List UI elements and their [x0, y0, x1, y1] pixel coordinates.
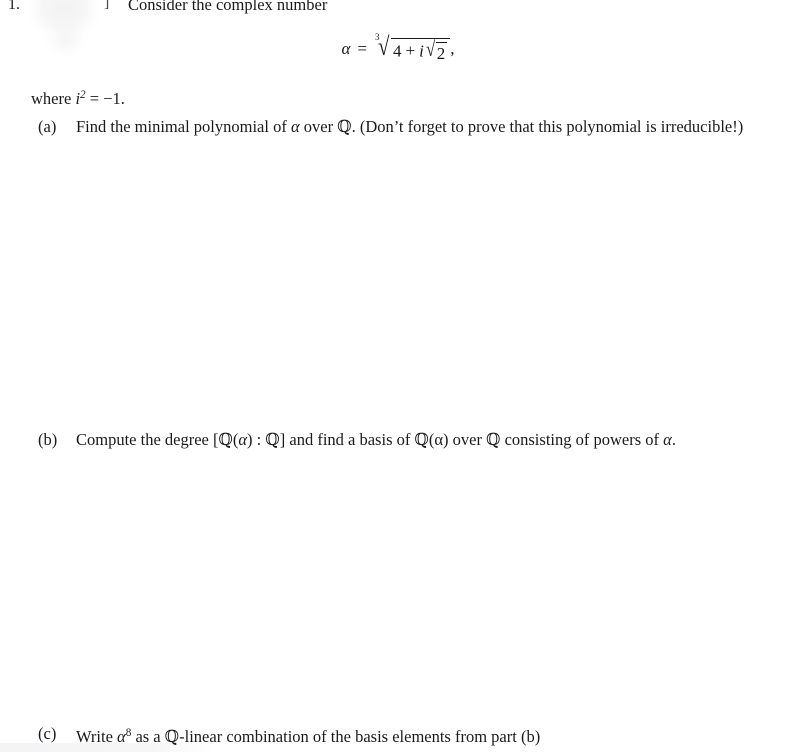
problem-part-b: (b) Compute the degree [ℚ(α) : ℚ] and fi…	[38, 428, 768, 451]
part-b-alpha-1: α	[238, 430, 248, 449]
equation-trailing-comma: ,	[450, 38, 455, 58]
document-page: 1. ] Consider the complex number α = 3 √ 4 + i…	[0, 0, 796, 752]
part-b-marker: (b)	[38, 430, 58, 449]
points-bracket-clipped: ]	[104, 0, 109, 11]
part-a-rationals-symbol: ℚ	[337, 117, 352, 136]
part-a-body: Find the minimal polynomial of α over ℚ.…	[76, 115, 768, 138]
part-b-bracket-close: ] and find a basis of	[279, 430, 415, 449]
part-c-segment-3: -linear combination of the basis element…	[179, 727, 541, 747]
part-b-rationals-symbol-2: ℚ	[265, 430, 280, 449]
problem-part-c: (c) Write α8 as a ℚ-linear combination o…	[38, 722, 768, 748]
where-clause-line: where i2 = −1.	[31, 85, 125, 109]
problem-part-a: (a) Find the minimal polynomial of α ove…	[38, 115, 768, 138]
part-c-rationals-symbol: ℚ	[164, 727, 180, 747]
part-c-segment-1: Write	[76, 727, 118, 747]
radical-surd-glyph: √	[377, 32, 390, 61]
cube-root-radical: 3 √ 4 + i √ 2	[374, 32, 451, 64]
equation-lhs: α	[341, 38, 351, 58]
part-b-segment-3: consisting of powers of	[500, 430, 664, 449]
part-a-marker: (a)	[38, 117, 57, 136]
display-equation: α = 3 √ 4 + i √ 2,	[0, 32, 796, 64]
radicand-first-term: 4	[392, 41, 402, 61]
where-exponent: 2	[80, 89, 86, 101]
problem-stem-text: Consider the complex number	[128, 0, 328, 14]
part-b-colon: :	[252, 430, 266, 449]
part-b-rationals-symbol-1: ℚ	[218, 430, 233, 449]
part-b-period: .	[671, 430, 676, 449]
part-a-segment-3: . (Don’t forget to prove that this polyn…	[351, 117, 744, 136]
part-a-alpha: α	[290, 117, 300, 136]
part-c-alpha: α	[117, 727, 126, 747]
where-expression: i2 = −1.	[75, 89, 124, 108]
part-c-body: Write α8 as a ℚ-linear combination of th…	[76, 722, 768, 748]
part-b-body: Compute the degree [ℚ(α) : ℚ] and find a…	[76, 428, 768, 451]
square-root-radical: √ 2	[424, 37, 448, 64]
part-b-alpha-2: α	[663, 430, 672, 449]
inner-radicand: 2	[435, 42, 448, 63]
equation-inner: α = 3 √ 4 + i √ 2,	[341, 32, 455, 64]
part-c-marker: (c)	[38, 724, 57, 743]
inner-radical-surd-glyph: √	[425, 37, 436, 61]
part-a-segment-2: over	[299, 117, 338, 136]
part-b-rationals-symbol-4: ℚ	[486, 430, 501, 449]
part-b-segment-2: (α) over	[428, 430, 487, 449]
radicand: 4 + i √ 2	[390, 37, 451, 64]
where-prefix: where	[31, 89, 72, 109]
where-equals: =	[89, 89, 100, 109]
equation-equals-sign: =	[357, 38, 367, 58]
part-b-rationals-symbol-3: ℚ	[414, 430, 429, 449]
part-c-segment-2: as a	[131, 727, 165, 747]
where-value: −1.	[103, 89, 125, 109]
part-a-segment-1: Find the minimal polynomial of	[76, 117, 291, 136]
problem-number: 1.	[8, 0, 20, 13]
part-b-segment-1: Compute the degree [	[76, 430, 219, 449]
radicand-plus-sign: +	[405, 41, 416, 61]
